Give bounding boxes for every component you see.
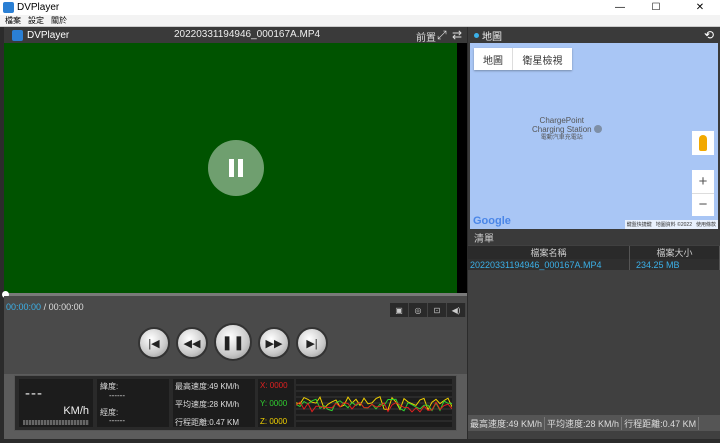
list-column-header: 檔案名稱 檔案大小 — [468, 246, 720, 259]
total-time: 00:00:00 — [48, 302, 84, 312]
poi-name-2: Charging Station — [532, 125, 592, 134]
utility-buttons: ▣ ◎ ⊡ ◀) — [390, 303, 466, 317]
swap-camera-icon[interactable]: ⇄ — [452, 28, 462, 42]
poi-label[interactable]: ChargePoint Charging Station 電動汽車充電站 — [532, 116, 592, 143]
column-filename[interactable]: 檔案名稱 — [468, 246, 630, 259]
brand-name: DVPlayer — [27, 29, 70, 41]
avg-speed: 平均速度:28 KM/h — [175, 400, 240, 409]
longitude-value: ------ — [109, 416, 125, 425]
time-display: 00:00:00 / 00:00:00 — [6, 302, 84, 312]
menu-file[interactable]: 檔案 — [5, 15, 21, 26]
telemetry-panel: --- KM/h 緯度: ------ 經度: ------ 最高速度:49 K… — [14, 375, 457, 431]
skip-forward-icon: ▶| — [306, 337, 318, 350]
previous-button[interactable]: |◀ — [138, 327, 170, 359]
gsensor-axes: X: 0000 Y: 0000 Z: 0000 — [258, 379, 294, 427]
minimize-button[interactable]: — — [606, 0, 634, 15]
menu-settings[interactable]: 設定 — [28, 15, 44, 26]
control-bar: 00:00:00 / 00:00:00 ▣ ◎ ⊡ ◀) |◀ ◀◀ ❚❚ ▶▶… — [4, 296, 467, 374]
x-axis-value: X: 0000 — [260, 381, 288, 390]
skip-back-icon: |◀ — [148, 337, 160, 350]
speed-unit: KM/h — [63, 405, 89, 417]
speedometer: --- KM/h — [19, 379, 93, 427]
map-view[interactable]: 地圖 衛星檢視 ChargePoint Charging Station 電動汽… — [470, 43, 718, 229]
time-separator: / — [43, 302, 47, 312]
pause-icon — [229, 159, 234, 177]
trip-summary: 最高速度:49 KM/h 平均速度:28 KM/h 行程距離:0.47 KM — [173, 379, 255, 427]
zoom-out-button[interactable]: − — [692, 192, 714, 217]
y-axis-value: Y: 0000 — [260, 399, 288, 408]
tab-satellite[interactable]: 衛星檢視 — [512, 48, 572, 70]
file-list-panel: 清單 檔案名稱 檔案大小 20220331194946_000167A.MP4 … — [468, 229, 720, 439]
expand-icon[interactable]: ⊡ — [428, 303, 447, 317]
refresh-icon[interactable]: ⟲ — [704, 28, 714, 42]
zoom-controls: + − — [692, 170, 714, 216]
coordinates: 緯度: ------ 經度: ------ — [97, 379, 169, 427]
list-footer: 最高速度:49 KM/h 平均速度:28 KM/h 行程距離:0.47 KM — [468, 415, 720, 431]
column-filesize[interactable]: 檔案大小 — [630, 246, 720, 259]
poi-name-1: ChargePoint — [539, 116, 585, 125]
camera-label: 前置 — [416, 33, 436, 44]
tab-map[interactable]: 地圖 — [474, 48, 512, 70]
zoom-in-button[interactable]: + — [692, 170, 714, 193]
rewind-button[interactable]: ◀◀ — [176, 327, 208, 359]
map-data-credit: 地圖資料 ©2022 — [655, 222, 692, 228]
window-title: DVPlayer — [17, 2, 60, 13]
gsensor-graph-svg — [295, 384, 453, 422]
list-item-filename: 20220331194946_000167A.MP4 — [468, 259, 630, 270]
speed-value: --- — [25, 385, 43, 402]
location-pin-icon — [474, 32, 479, 38]
player-header: DVPlayer 20220331194946_000167A.MP4 前置 ⤢… — [4, 27, 467, 44]
map-attribution: 鍵盤快捷鍵 地圖資料 ©2022 使用條款 — [624, 220, 718, 229]
speed-meter — [23, 420, 89, 425]
fast-forward-icon: ▶▶ — [265, 337, 283, 350]
snapshot-icon[interactable]: ▣ — [390, 303, 409, 317]
list-item[interactable]: 20220331194946_000167A.MP4 234.25 MB — [468, 259, 720, 270]
current-time: 00:00:00 — [6, 302, 42, 312]
z-axis-value: Z: 0000 — [260, 417, 288, 426]
rewind-icon: ◀◀ — [183, 337, 201, 350]
footer-distance: 行程距離:0.47 KM — [622, 416, 700, 430]
list-title: 清單 — [468, 229, 720, 245]
fullscreen-icon[interactable]: ⤢ — [437, 28, 447, 43]
brand-logo-icon — [12, 29, 23, 41]
next-button[interactable]: ▶| — [296, 327, 328, 359]
title-bar: DVPlayer — ☐ ✕ — [0, 0, 720, 15]
player-panel: DVPlayer 20220331194946_000167A.MP4 前置 ⤢… — [2, 27, 467, 439]
maximize-button[interactable]: ☐ — [642, 0, 670, 15]
max-speed: 最高速度:49 KM/h — [175, 382, 240, 391]
map-title: 地圖 — [482, 31, 502, 43]
latitude-value: ------ — [109, 391, 125, 400]
video-area[interactable] — [4, 43, 467, 293]
footer-avg-speed: 平均速度:28 KM/h — [545, 416, 623, 430]
play-pause-button[interactable]: ❚❚ — [214, 323, 252, 361]
keyboard-shortcuts-link[interactable]: 鍵盤快捷鍵 — [627, 221, 652, 228]
map-type-tabs: 地圖 衛星檢視 — [474, 48, 572, 70]
center-pause-button[interactable] — [208, 140, 264, 196]
menu-about[interactable]: 關於 — [51, 15, 67, 26]
map-panel: 地圖 ⟲ 地圖 衛星檢視 ChargePoint Charging Statio… — [468, 27, 720, 229]
trip-distance: 行程距離:0.47 KM — [175, 418, 240, 427]
map-header: 地圖 ⟲ — [468, 27, 720, 43]
footer-max-speed: 最高速度:49 KM/h — [468, 416, 546, 430]
list-item-filesize: 234.25 MB — [630, 259, 720, 270]
menu-bar: 檔案 設定 關於 — [0, 15, 720, 27]
fast-forward-button[interactable]: ▶▶ — [258, 327, 290, 359]
pause-icon: ❚❚ — [221, 333, 245, 350]
video-filename: 20220331194946_000167A.MP4 — [174, 29, 321, 40]
poi-subtitle: 電動汽車充電站 — [540, 135, 583, 141]
app-icon — [3, 2, 14, 13]
close-button[interactable]: ✕ — [686, 0, 714, 15]
google-logo: Google — [473, 215, 511, 227]
settings-icon[interactable]: ◎ — [409, 303, 428, 317]
terms-link[interactable]: 使用條款 — [696, 221, 716, 228]
poi-marker-icon[interactable] — [594, 125, 602, 133]
street-view-pegman-icon[interactable] — [692, 131, 714, 155]
gsensor-graph — [295, 379, 453, 427]
volume-icon[interactable]: ◀) — [447, 303, 466, 317]
